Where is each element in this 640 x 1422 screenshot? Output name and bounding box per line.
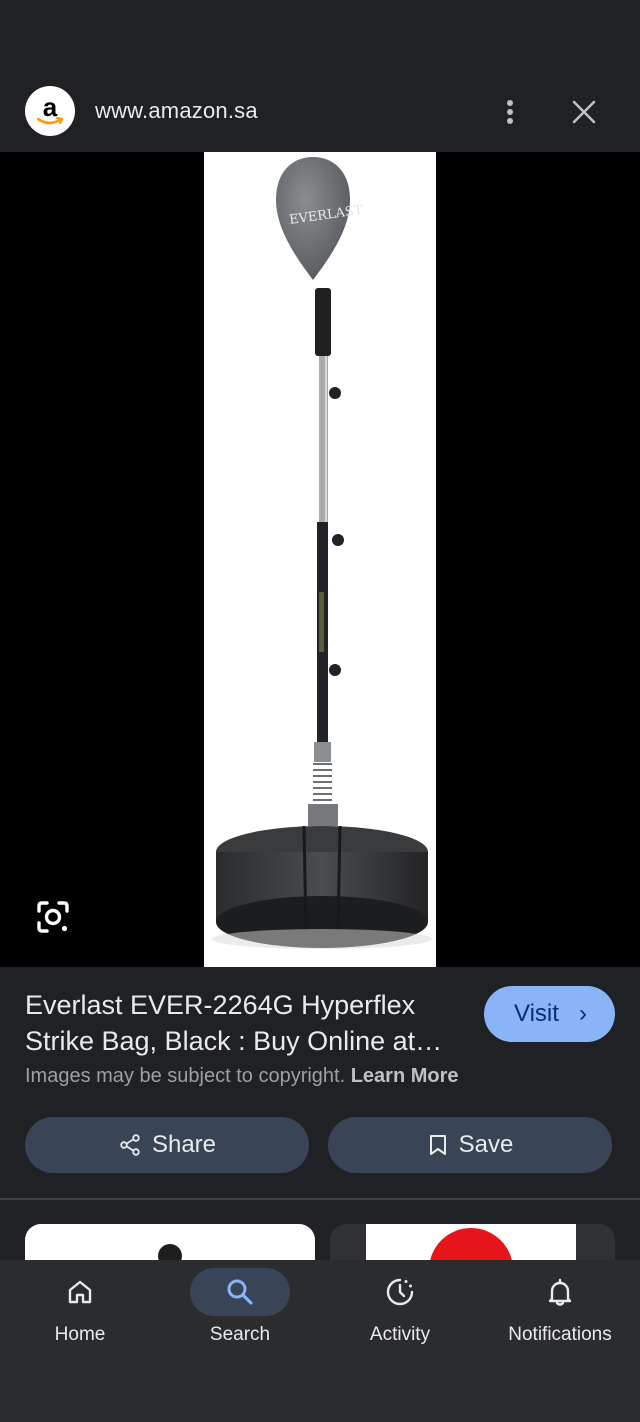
url-bar: a www.amazon.sa (0, 72, 640, 152)
related-image-card[interactable] (330, 1224, 615, 1260)
strike-bag-illustration: EVERLAST (212, 157, 432, 949)
related-image-thumbnail (158, 1244, 182, 1260)
nav-label: Search (209, 1324, 271, 1345)
save-button[interactable]: Save (328, 1117, 612, 1173)
related-images (0, 1200, 640, 1260)
google-lens-icon[interactable] (30, 894, 76, 940)
share-button[interactable]: Share (25, 1117, 309, 1173)
info-panel: Everlast EVER-2264G Hyperflex Strike Bag… (0, 967, 640, 1199)
copyright-notice: Images may be subject to copyright. Lear… (25, 1065, 459, 1088)
nav-label: Notifications (508, 1324, 612, 1345)
nav-search[interactable]: Search (160, 1260, 320, 1360)
amazon-smile-icon (37, 117, 63, 125)
learn-more-link[interactable]: Learn More (351, 1065, 459, 1087)
share-icon (120, 1134, 140, 1156)
bottom-navigation: Home Search Activity Notifications (0, 1260, 640, 1422)
visit-button[interactable]: Visit › (484, 986, 615, 1042)
home-icon (68, 1280, 92, 1304)
title-line-2: Strike Bag, Black : Buy Online at… (25, 1026, 443, 1056)
chevron-right-icon: › (579, 1000, 587, 1027)
close-icon[interactable] (566, 94, 602, 130)
bell-icon (548, 1278, 572, 1306)
related-image-card[interactable] (25, 1224, 315, 1260)
image-viewer[interactable]: EVERLAST (0, 152, 640, 967)
activity-icon (386, 1278, 414, 1306)
copyright-text: Images may be subject to copyright. (25, 1065, 346, 1087)
nav-home[interactable]: Home (0, 1260, 160, 1360)
nav-notifications[interactable]: Notifications (480, 1260, 640, 1360)
status-bar (0, 0, 640, 72)
nav-label: Home (54, 1324, 106, 1345)
site-url[interactable]: www.amazon.sa (95, 98, 258, 124)
nav-label: Activity (369, 1324, 431, 1345)
result-title[interactable]: Everlast EVER-2264G Hyperflex Strike Bag… (25, 987, 465, 1059)
bookmark-icon (429, 1135, 446, 1155)
product-image[interactable]: EVERLAST (204, 152, 436, 967)
related-image-thumbnail (366, 1224, 576, 1260)
visit-label: Visit (514, 1000, 559, 1027)
more-options-icon[interactable] (496, 92, 524, 132)
search-icon (227, 1279, 253, 1305)
save-label: Save (458, 1131, 514, 1158)
nav-activity[interactable]: Activity (320, 1260, 480, 1360)
title-line-1: Everlast EVER-2264G Hyperflex (25, 990, 416, 1020)
amazon-logo: a (25, 86, 75, 136)
share-label: Share (151, 1131, 217, 1158)
